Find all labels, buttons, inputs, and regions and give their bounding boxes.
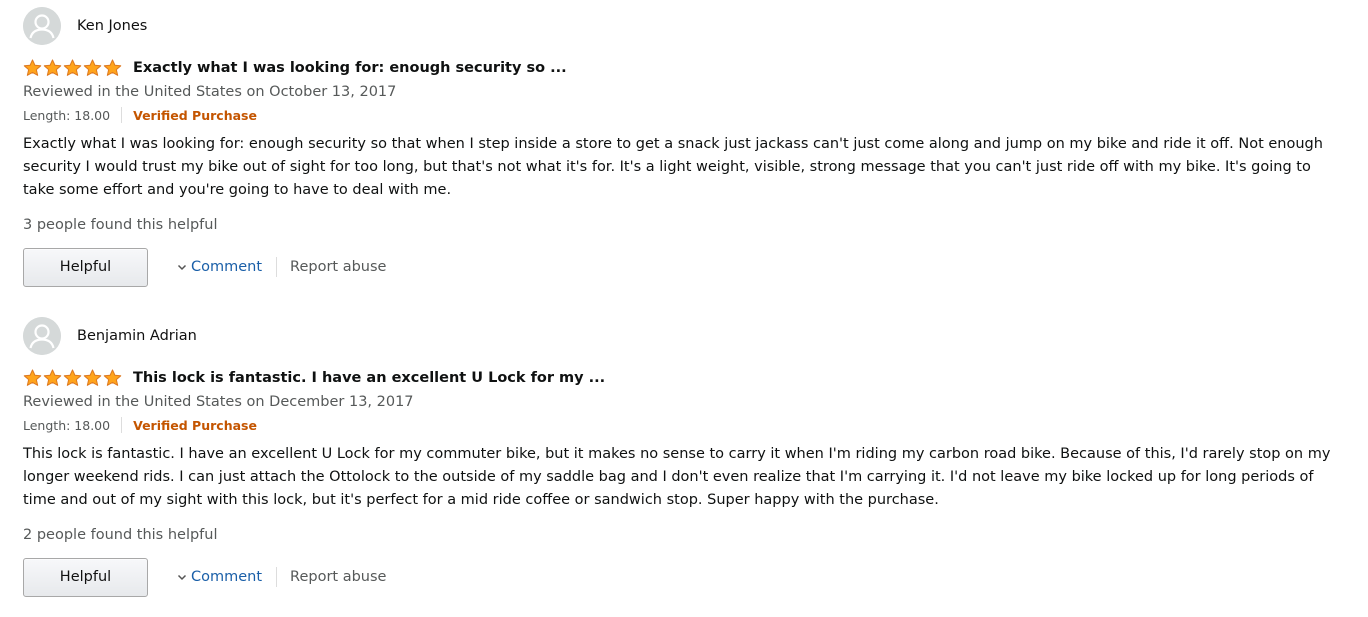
helpful-count: 2 people found this helpful xyxy=(23,527,218,543)
reviewer-profile[interactable]: Ken Jones xyxy=(23,7,1343,45)
report-abuse-link[interactable]: Report abuse xyxy=(290,259,386,275)
star-icon xyxy=(43,59,62,76)
product-variant: Length: 18.00 xyxy=(23,107,111,123)
divider xyxy=(276,257,278,277)
star-icon xyxy=(43,369,62,386)
avatar-icon xyxy=(23,7,61,45)
avatar-icon xyxy=(23,317,61,355)
star-icon xyxy=(103,369,122,386)
chevron-down-icon xyxy=(177,574,187,581)
star-rating[interactable] xyxy=(23,369,122,387)
comment-label: Comment xyxy=(191,259,263,275)
star-icon xyxy=(23,369,42,386)
reviewer-name[interactable]: Benjamin Adrian xyxy=(77,328,197,344)
report-abuse-link[interactable]: Report abuse xyxy=(290,569,386,585)
review-title[interactable]: This lock is fantastic. I have an excell… xyxy=(133,370,605,386)
review-item: Benjamin Adrian This lock is fantastic. … xyxy=(23,317,1343,597)
verified-purchase-badge: Verified Purchase xyxy=(133,417,257,433)
reviewer-name[interactable]: Ken Jones xyxy=(77,18,147,34)
divider xyxy=(121,417,123,433)
star-icon xyxy=(83,369,102,386)
helpful-button[interactable]: Helpful xyxy=(23,557,148,597)
helpful-button[interactable]: Helpful xyxy=(23,247,148,287)
review-title[interactable]: Exactly what I was looking for: enough s… xyxy=(133,60,567,76)
star-icon xyxy=(23,59,42,76)
review-date: Reviewed in the United States on Decembe… xyxy=(23,394,414,410)
star-icon xyxy=(63,369,82,386)
review-item: Ken Jones Exactly what I was looking for… xyxy=(23,7,1343,287)
star-rating[interactable] xyxy=(23,59,122,77)
review-body: Exactly what I was looking for: enough s… xyxy=(23,136,1323,198)
comment-link[interactable]: Comment xyxy=(176,569,262,585)
star-icon xyxy=(63,59,82,76)
star-icon xyxy=(83,59,102,76)
comment-link[interactable]: Comment xyxy=(176,259,262,275)
reviewer-profile[interactable]: Benjamin Adrian xyxy=(23,317,1343,355)
product-variant: Length: 18.00 xyxy=(23,417,111,433)
divider xyxy=(276,567,278,587)
star-icon xyxy=(103,59,122,76)
comment-label: Comment xyxy=(191,569,263,585)
review-body: This lock is fantastic. I have an excell… xyxy=(23,446,1331,508)
verified-purchase-badge: Verified Purchase xyxy=(133,107,257,123)
chevron-down-icon xyxy=(177,264,187,271)
review-date: Reviewed in the United States on October… xyxy=(23,84,397,100)
helpful-count: 3 people found this helpful xyxy=(23,217,218,233)
divider xyxy=(121,107,123,123)
